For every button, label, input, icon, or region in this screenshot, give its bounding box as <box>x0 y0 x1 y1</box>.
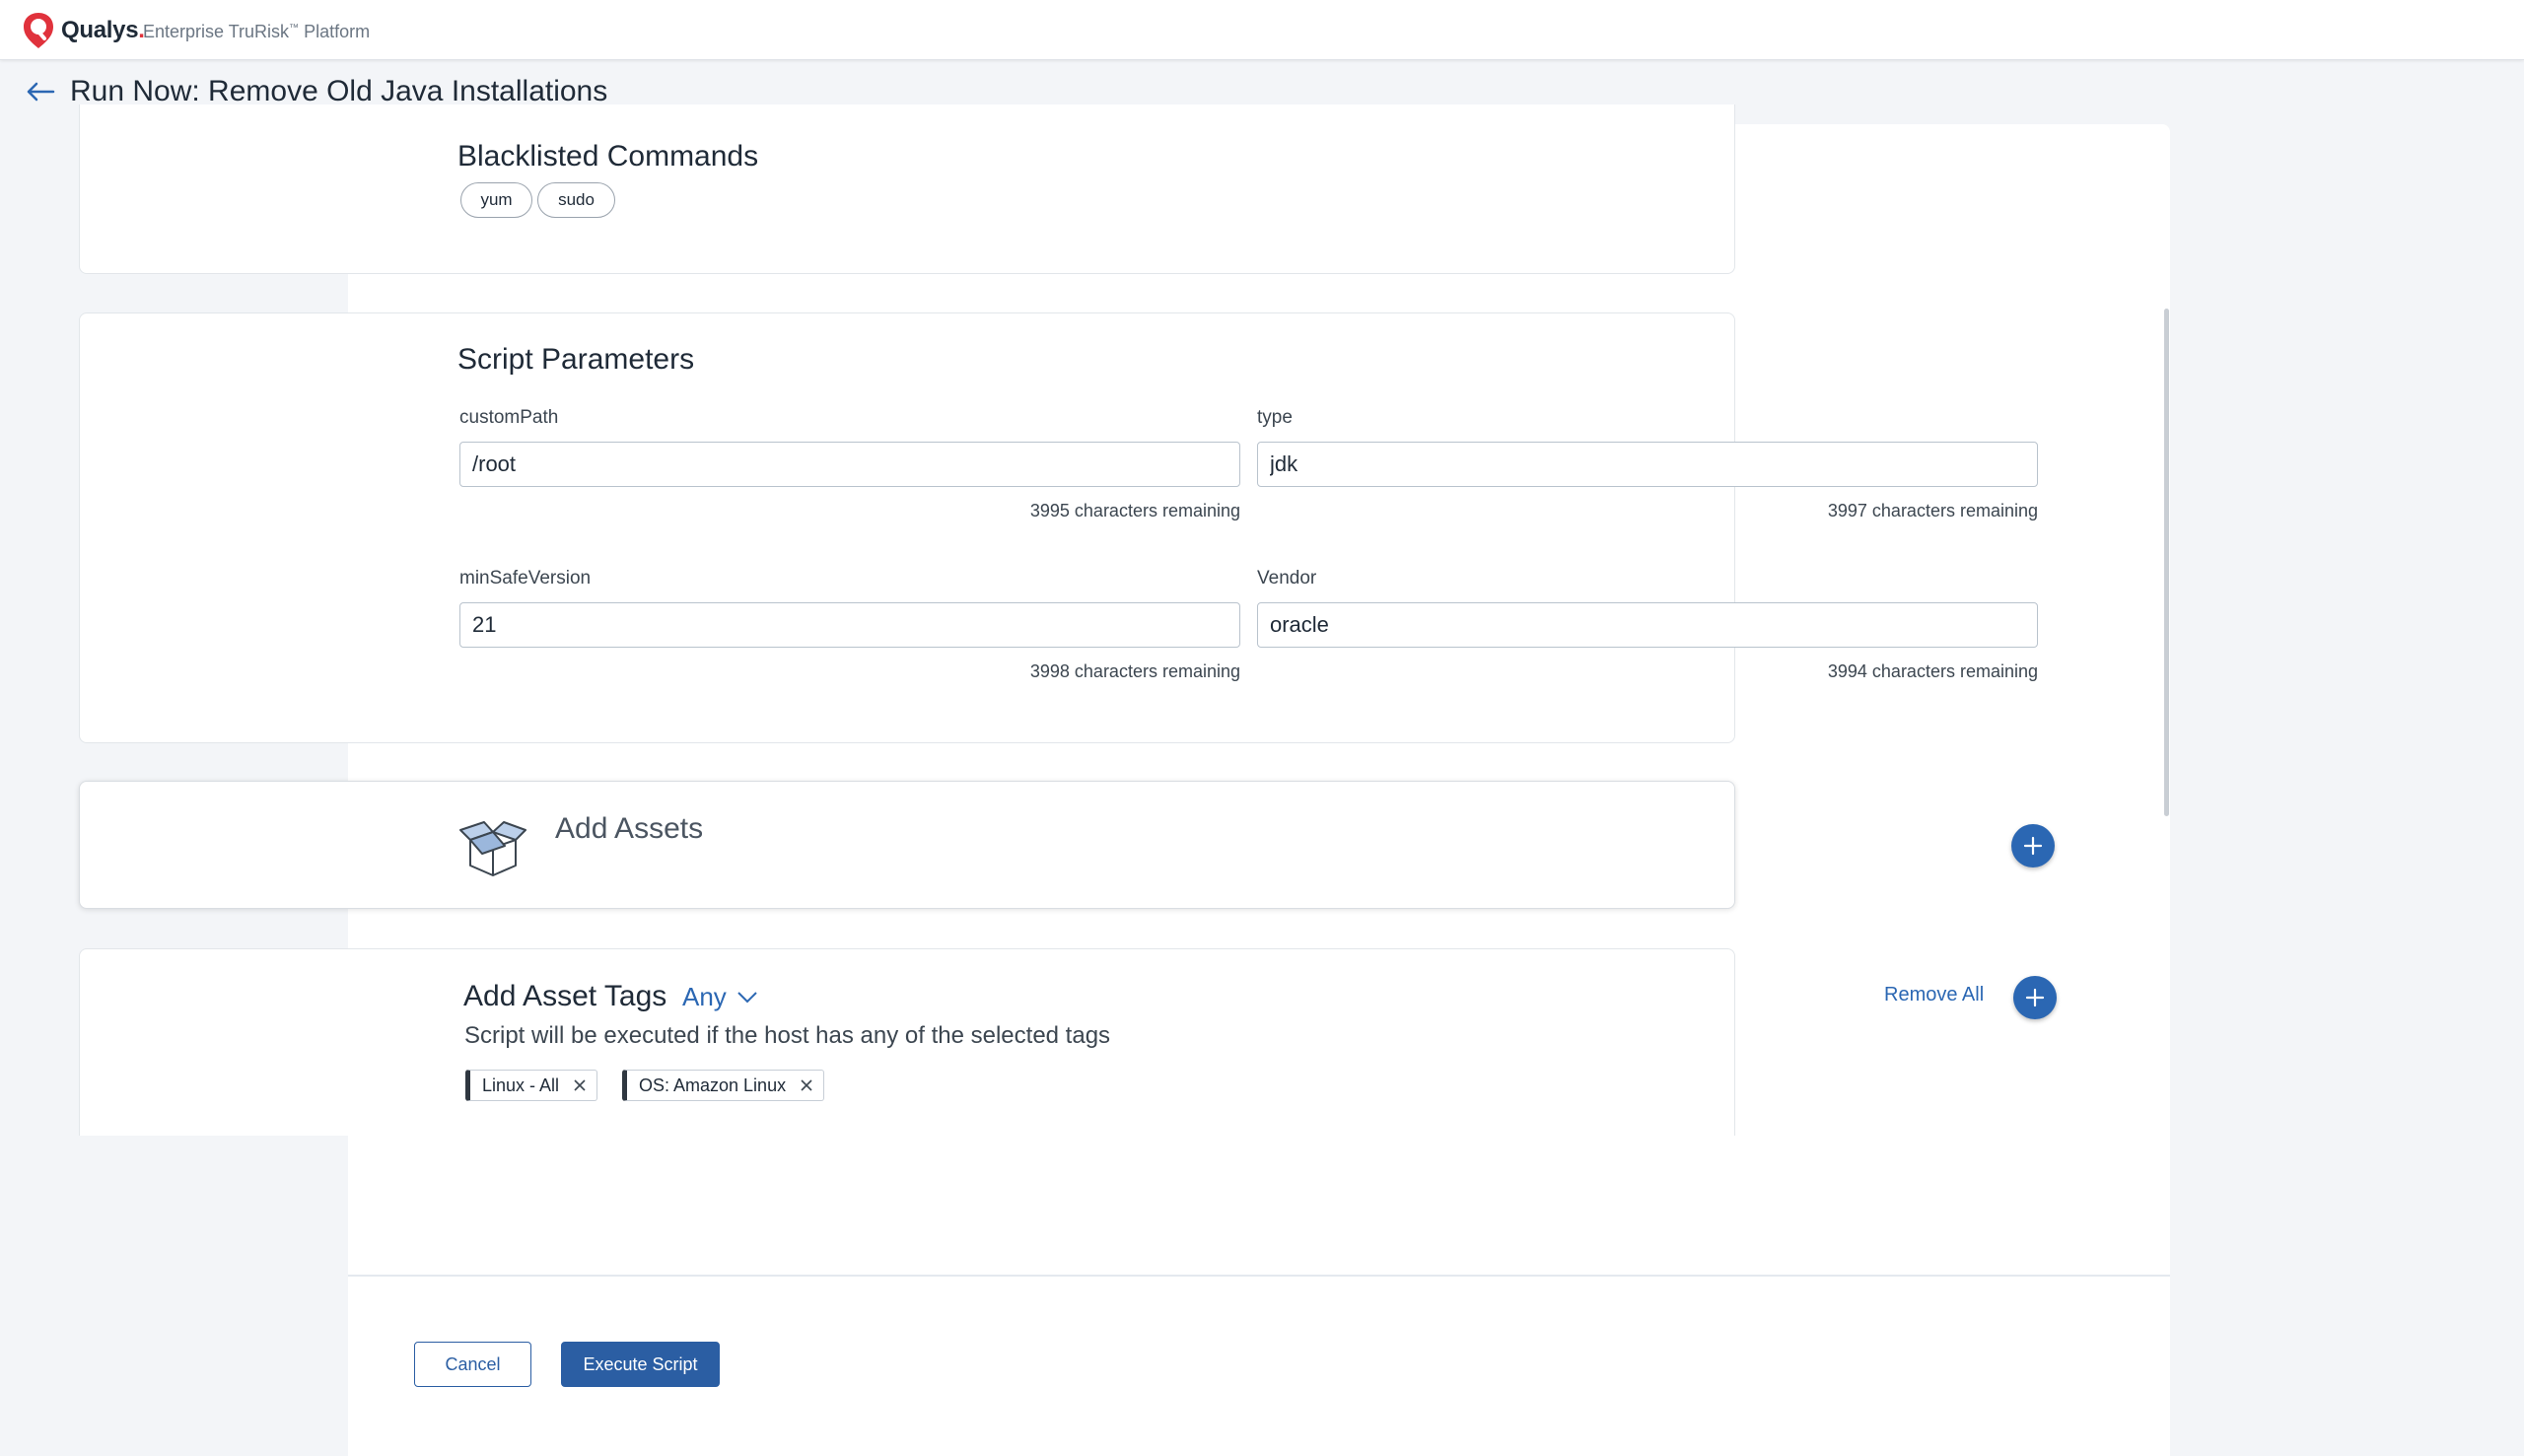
close-icon[interactable] <box>573 1078 587 1092</box>
scrollbar-thumb[interactable] <box>2164 309 2169 816</box>
brand-name: Qualys. <box>61 17 145 43</box>
add-asset-tag-button[interactable] <box>2013 976 2057 1019</box>
type-input[interactable] <box>1257 442 2038 487</box>
match-mode-dropdown[interactable]: Any <box>682 982 758 1012</box>
blacklisted-command-chip: sudo <box>537 182 615 218</box>
asset-tags-description: Script will be executed if the host has … <box>464 1022 1111 1049</box>
script-parameters-title: Script Parameters <box>457 343 695 376</box>
blacklisted-command-chip: yum <box>460 182 532 218</box>
vendor-input[interactable] <box>1257 602 2038 648</box>
qualys-logo-icon[interactable] <box>22 12 55 49</box>
chevron-down-icon <box>737 991 757 1003</box>
blacklisted-commands-section <box>79 104 1735 274</box>
close-icon[interactable] <box>800 1078 813 1092</box>
asset-tags-title: Add Asset Tags <box>463 980 667 1012</box>
asset-tag-chip: OS: Amazon Linux <box>622 1070 825 1101</box>
add-assets-button[interactable] <box>2011 824 2055 867</box>
type-remaining: 3997 characters remaining <box>1827 501 2038 520</box>
remove-all-link[interactable]: Remove All <box>1884 984 1984 1006</box>
custom-path-input[interactable] <box>459 442 1240 487</box>
type-label: type <box>1257 407 1293 428</box>
blacklisted-commands-title: Blacklisted Commands <box>457 140 759 173</box>
min-safe-version-remaining: 3998 characters remaining <box>1029 661 1240 681</box>
add-assets-section <box>79 781 1735 909</box>
vendor-remaining: 3994 characters remaining <box>1827 661 2038 681</box>
plus-icon <box>2025 988 2045 1007</box>
custom-path-remaining: 3995 characters remaining <box>1029 501 1240 520</box>
execute-script-button[interactable]: Execute Script <box>561 1342 720 1387</box>
asset-tag-chip: Linux - All <box>465 1070 598 1101</box>
top-bar: Qualys. Enterprise TruRisk™ Platform <box>0 0 2524 60</box>
asset-tag-label: Linux - All <box>482 1075 560 1095</box>
asset-tag-label: OS: Amazon Linux <box>639 1075 787 1095</box>
platform-name: Enterprise TruRisk™ Platform <box>143 22 371 41</box>
back-arrow-icon[interactable] <box>24 75 57 108</box>
page-title: Run Now: Remove Old Java Installations <box>70 75 608 107</box>
min-safe-version-input[interactable] <box>459 602 1240 648</box>
plus-icon <box>2023 836 2043 856</box>
vendor-label: Vendor <box>1257 568 1317 589</box>
min-safe-version-label: minSafeVersion <box>459 568 592 589</box>
cancel-button[interactable]: Cancel <box>414 1342 531 1387</box>
open-box-icon <box>459 821 526 876</box>
custom-path-label: customPath <box>459 407 559 428</box>
add-assets-title: Add Assets <box>555 812 704 845</box>
match-mode-value: Any <box>682 982 727 1011</box>
